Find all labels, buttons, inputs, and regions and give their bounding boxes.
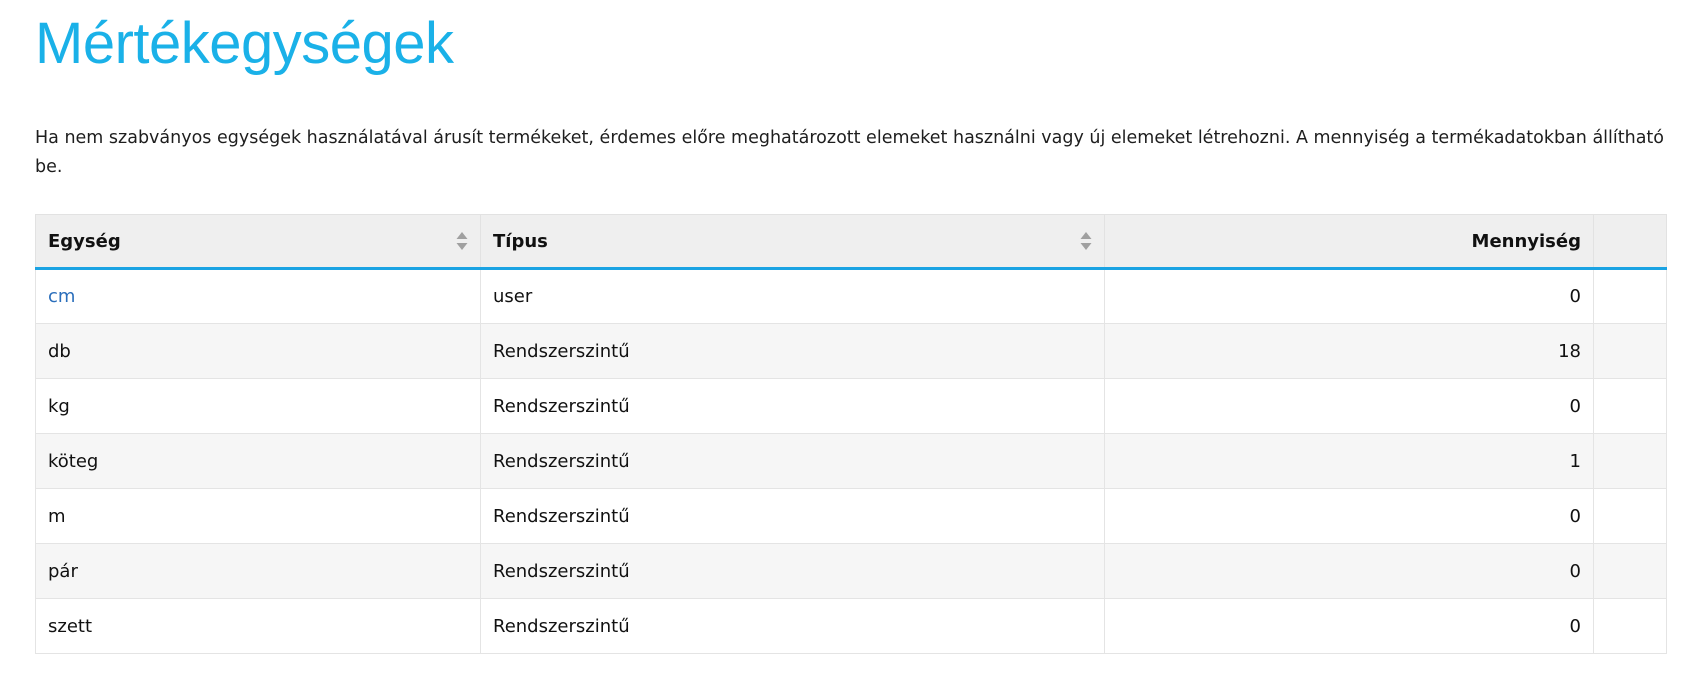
column-header-quantity: Mennyiség [1104, 214, 1594, 270]
unit-label: kg [48, 395, 70, 417]
column-header-unit-label: Egység [48, 230, 121, 252]
row-actions-cell [1593, 433, 1667, 489]
type-cell: Rendszerszintű [480, 378, 1105, 434]
unit-cell: kg [35, 378, 481, 434]
unit-cell: pár [35, 543, 481, 599]
table-row: köteg Rendszerszintű 1 [35, 433, 1667, 489]
unit-cell: cm [35, 268, 481, 324]
row-actions-cell [1593, 378, 1667, 434]
unit-label: köteg [48, 450, 99, 472]
sort-arrows-icon[interactable] [1079, 230, 1093, 252]
column-header-extra [1593, 214, 1667, 270]
type-cell: Rendszerszintű [480, 433, 1105, 489]
quantity-cell: 1 [1104, 433, 1594, 489]
table-row: cm user 0 [35, 268, 1667, 324]
column-header-unit[interactable]: Egység [35, 214, 481, 270]
type-cell: Rendszerszintű [480, 323, 1105, 379]
unit-cell: szett [35, 598, 481, 654]
quantity-cell: 0 [1104, 378, 1594, 434]
unit-label: szett [48, 615, 93, 637]
unit-cell: db [35, 323, 481, 379]
unit-label: m [48, 505, 66, 527]
quantity-cell: 18 [1104, 323, 1594, 379]
table-body: cm user 0 db Rendszerszintű 18 kg Rendszerszint… [35, 268, 1667, 654]
table-header-row: Egység Típus Mennyiség [35, 214, 1667, 270]
column-header-type[interactable]: Típus [480, 214, 1105, 270]
row-actions-cell [1593, 543, 1667, 599]
page-description: Ha nem szabványos egységek használatával… [35, 128, 1664, 177]
table-row: pár Rendszerszintű 0 [35, 543, 1667, 599]
units-table: Egység Típus Mennyiség cm user 0 db Rend… [35, 214, 1667, 654]
unit-label: pár [48, 560, 78, 582]
sort-arrows-icon[interactable] [455, 230, 469, 252]
page-title: Mértékegységek [35, 11, 454, 76]
type-cell: Rendszerszintű [480, 598, 1105, 654]
type-cell: user [480, 268, 1105, 324]
quantity-cell: 0 [1104, 488, 1594, 544]
table-row: szett Rendszerszintű 0 [35, 598, 1667, 654]
quantity-cell: 0 [1104, 268, 1594, 324]
column-header-type-label: Típus [493, 230, 548, 252]
quantity-cell: 0 [1104, 598, 1594, 654]
row-actions-cell [1593, 598, 1667, 654]
unit-link[interactable]: cm [48, 286, 75, 307]
quantity-cell: 0 [1104, 543, 1594, 599]
type-cell: Rendszerszintű [480, 488, 1105, 544]
column-header-quantity-label: Mennyiség [1471, 230, 1581, 252]
row-actions-cell [1593, 488, 1667, 544]
row-actions-cell [1593, 268, 1667, 324]
unit-label: db [48, 340, 71, 362]
unit-cell: m [35, 488, 481, 544]
table-row: db Rendszerszintű 18 [35, 323, 1667, 379]
row-actions-cell [1593, 323, 1667, 379]
type-cell: Rendszerszintű [480, 543, 1105, 599]
table-row: m Rendszerszintű 0 [35, 488, 1667, 544]
table-row: kg Rendszerszintű 0 [35, 378, 1667, 434]
unit-cell: köteg [35, 433, 481, 489]
page-content: Mértékegységek Ha nem szabványos egysége… [35, 0, 1667, 654]
